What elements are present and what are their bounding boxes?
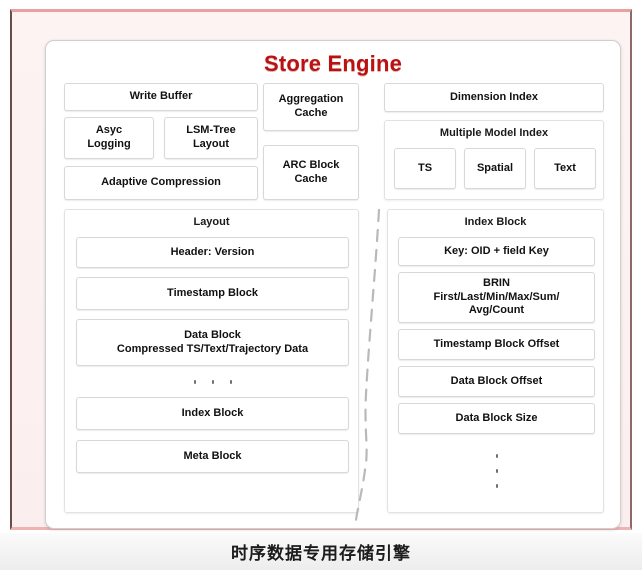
layout-row-header-version[interactable]: Header: Version (76, 237, 349, 268)
model-type-text-box[interactable]: Text (534, 148, 596, 189)
ellipsis-dot (495, 484, 498, 488)
ellipsis-dot (211, 380, 214, 384)
layout-ellipsis-dots (76, 370, 349, 394)
layout-panel-caption: Layout (193, 216, 230, 228)
store-engine-card: Store Engine Write Buffer Asyc Logging L… (45, 40, 621, 529)
index-ellipsis-dots (398, 440, 595, 502)
layout-panel: Layout Header: Version Timestamp Block D… (64, 209, 359, 513)
lsm-tree-layout-box[interactable]: LSM-Tree Layout (164, 117, 258, 159)
layout-row-index-block[interactable]: Index Block (76, 397, 349, 430)
index-row-data-block-offset[interactable]: Data Block Offset (398, 366, 595, 397)
ellipsis-dot (495, 469, 498, 473)
dimension-index-box[interactable]: Dimension Index (384, 83, 604, 112)
screenshot-root: Store Engine Write Buffer Asyc Logging L… (0, 0, 642, 570)
index-row-timestamp-block-offset[interactable]: Timestamp Block Offset (398, 329, 595, 360)
page-title: Store Engine (263, 51, 403, 76)
layout-row-data-block[interactable]: Data Block Compressed TS/Text/Trajectory… (76, 319, 349, 366)
index-row-data-block-size[interactable]: Data Block Size (398, 403, 595, 434)
caption-strip: 时序数据专用存储引擎 (0, 533, 642, 570)
index-block-panel-caption: Index Block (464, 216, 527, 228)
model-type-spatial-box[interactable]: Spatial (464, 148, 526, 189)
index-row-brin[interactable]: BRIN First/Last/Min/Max/Sum/ Avg/Count (398, 272, 595, 323)
ellipsis-dot (193, 380, 196, 384)
model-type-ts-box[interactable]: TS (394, 148, 456, 189)
layout-row-timestamp-block[interactable]: Timestamp Block (76, 277, 349, 310)
adaptive-compression-box[interactable]: Adaptive Compression (64, 166, 258, 200)
aggregation-cache-box[interactable]: Aggregation Cache (263, 83, 359, 131)
caption-text: 时序数据专用存储引擎 (231, 544, 411, 564)
ellipsis-dot (229, 380, 232, 384)
asyc-logging-box[interactable]: Asyc Logging (64, 117, 154, 159)
index-row-key[interactable]: Key: OID + field Key (398, 237, 595, 266)
write-buffer-box[interactable]: Write Buffer (64, 83, 258, 111)
multiple-model-index-panel: Multiple Model Index TS Spatial Text (384, 120, 604, 200)
index-block-panel: Index Block Key: OID + field Key BRIN Fi… (387, 209, 604, 513)
arc-block-cache-box[interactable]: ARC Block Cache (263, 145, 359, 200)
outer-frame: Store Engine Write Buffer Asyc Logging L… (10, 9, 632, 530)
multiple-model-index-caption: Multiple Model Index (439, 127, 549, 139)
ellipsis-dot (495, 454, 498, 458)
layout-row-meta-block[interactable]: Meta Block (76, 440, 349, 473)
